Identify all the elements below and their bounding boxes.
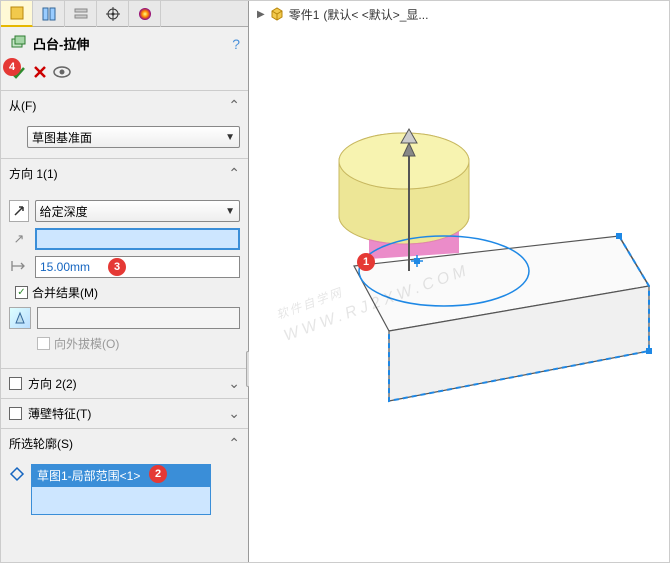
section-direction-2: 方向 2(2) ⌄ xyxy=(1,368,248,398)
reverse-direction-button[interactable] xyxy=(9,200,29,222)
tab-dimxpert[interactable] xyxy=(97,1,129,27)
section-thin-feature: 薄壁特征(T) ⌄ xyxy=(1,398,248,428)
action-bar: 4 xyxy=(1,60,248,90)
target-icon xyxy=(105,6,121,22)
annotation-badge-1: 1 xyxy=(357,253,375,271)
depth-value: 15.00mm xyxy=(40,260,90,274)
tab-property-manager[interactable] xyxy=(33,1,65,27)
dir2-label: 方向 2(2) xyxy=(28,375,77,392)
draft-angle-input[interactable] xyxy=(37,307,240,329)
dropdown-arrow-icon: ▼ xyxy=(225,132,235,143)
panel-tabs xyxy=(1,1,248,27)
chevron-up-icon: ⌃ xyxy=(228,435,240,452)
draft-outward-checkbox[interactable] xyxy=(37,337,50,350)
end-condition-combo[interactable]: 给定深度 ▼ xyxy=(35,200,240,222)
ok-button[interactable]: 4 xyxy=(9,64,27,82)
feature-title: 凸台-拉伸 xyxy=(33,34,89,53)
contour-selection-text: 草图1-局部范围<1> xyxy=(37,469,140,483)
appearance-icon xyxy=(137,6,153,22)
depth-icon xyxy=(9,259,29,276)
thin-label: 薄壁特征(T) xyxy=(28,405,91,422)
tab-configuration-manager[interactable] xyxy=(65,1,97,27)
property-icon xyxy=(41,6,57,22)
draft-angle-button[interactable] xyxy=(9,307,31,329)
merge-label: 合并结果(M) xyxy=(32,284,98,301)
chevron-down-icon: ⌄ xyxy=(228,375,240,392)
merge-checkbox[interactable]: ✓ xyxy=(15,286,28,299)
feature-tree-icon xyxy=(9,5,25,21)
chevron-up-icon: ⌃ xyxy=(228,165,240,182)
section-dir1-header[interactable]: 方向 1(1) ⌃ xyxy=(1,159,248,188)
draft-outward-label: 向外拔模(O) xyxy=(54,335,119,352)
depth-input[interactable]: 15.00mm 3 xyxy=(35,256,240,278)
section-from-header[interactable]: 从(F) ⌃ xyxy=(1,91,248,120)
section-dir2-header[interactable]: 方向 2(2) ⌄ xyxy=(1,369,248,398)
annotation-badge-2: 2 xyxy=(149,465,167,483)
draft-icon xyxy=(13,311,27,325)
feature-header: 凸台-拉伸 ? xyxy=(1,27,248,60)
graphics-viewport[interactable]: ▶ 零件1 (默认< <默认>_显... xyxy=(249,1,669,562)
model-preview xyxy=(249,1,670,561)
tab-display-manager[interactable] xyxy=(129,1,161,27)
section-selected-contours: 所选轮廓(S) ⌃ 草图1-局部范围<1> 2 xyxy=(1,428,248,545)
dir2-enable-checkbox[interactable] xyxy=(9,377,22,390)
contour-icon xyxy=(9,466,25,485)
contour-selection-item[interactable]: 草图1-局部范围<1> 2 xyxy=(31,464,211,487)
annotation-badge-4: 4 xyxy=(3,58,21,76)
dropdown-arrow-icon: ▼ xyxy=(225,206,235,217)
chevron-up-icon: ⌃ xyxy=(228,97,240,114)
help-icon[interactable]: ? xyxy=(232,36,240,52)
property-manager-panel: 凸台-拉伸 ? 4 从(F) ⌃ 草图基准面 ▼ 方向 1(1) xyxy=(1,1,249,562)
tab-feature-manager[interactable] xyxy=(1,1,33,27)
direction-vector-icon: ↗ xyxy=(9,231,29,247)
end-condition-value: 给定深度 xyxy=(40,203,88,220)
from-label: 从(F) xyxy=(9,97,36,114)
preview-button[interactable] xyxy=(53,65,71,82)
annotation-badge-3: 3 xyxy=(108,258,126,276)
section-thin-header[interactable]: 薄壁特征(T) ⌄ xyxy=(1,399,248,428)
contour-listbox-empty[interactable] xyxy=(31,487,211,515)
reverse-arrow-icon xyxy=(12,204,26,218)
section-contour-header[interactable]: 所选轮廓(S) ⌃ xyxy=(1,429,248,458)
thin-enable-checkbox[interactable] xyxy=(9,407,22,420)
merge-result-row[interactable]: ✓ 合并结果(M) xyxy=(15,284,240,301)
direction-reference-input[interactable] xyxy=(35,228,240,250)
config-icon xyxy=(73,6,89,22)
section-from: 从(F) ⌃ 草图基准面 ▼ xyxy=(1,90,248,158)
chevron-down-icon: ⌄ xyxy=(228,405,240,422)
cancel-button[interactable] xyxy=(33,65,47,82)
contour-label: 所选轮廓(S) xyxy=(9,435,73,452)
draft-outward-row[interactable]: 向外拔模(O) xyxy=(37,335,240,352)
dir1-label: 方向 1(1) xyxy=(9,165,58,182)
from-plane-value: 草图基准面 xyxy=(32,129,92,146)
from-plane-combo[interactable]: 草图基准面 ▼ xyxy=(27,126,240,148)
section-direction-1: 方向 1(1) ⌃ 给定深度 ▼ ↗ xyxy=(1,158,248,368)
boss-extrude-icon xyxy=(9,33,27,54)
